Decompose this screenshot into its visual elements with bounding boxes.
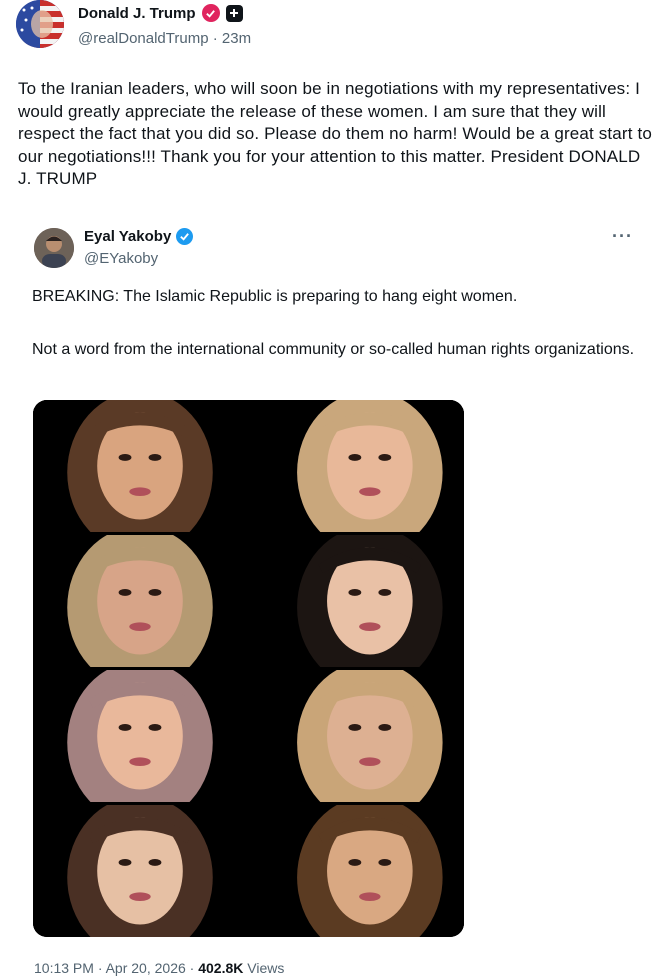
portrait-image: [250, 535, 464, 667]
portrait-image: [250, 400, 464, 532]
portrait-image: [33, 400, 247, 532]
photo-grid[interactable]: [33, 400, 464, 937]
portrait-photo[interactable]: [33, 805, 247, 937]
quoted-author-name[interactable]: Eyal Yakoby: [84, 228, 171, 245]
more-options-icon[interactable]: ···: [612, 226, 633, 247]
views-label: Views: [243, 960, 285, 976]
portrait-image: [33, 805, 247, 937]
portrait-photo[interactable]: [33, 400, 247, 532]
verified-badge-icon: [176, 228, 194, 245]
portrait-photo[interactable]: [33, 535, 247, 667]
portrait-image: [250, 670, 464, 802]
quoted-text-line-2: Not a word from the international commun…: [32, 341, 635, 358]
portrait-image: [33, 670, 247, 802]
person-icon: [34, 228, 74, 268]
post-time-date[interactable]: 10:13 PM · Apr 20, 2026 ·: [34, 960, 198, 976]
affiliate-plus-icon: [225, 4, 243, 22]
post-text: To the Iranian leaders, who will soon be…: [18, 79, 652, 189]
flag-face-icon: [16, 0, 64, 48]
quoted-author-avatar[interactable]: [34, 228, 74, 268]
portrait-photo[interactable]: [250, 535, 464, 667]
author-avatar[interactable]: [16, 0, 64, 48]
views-count: 402.8K: [198, 960, 244, 976]
verified-badge-icon: [201, 4, 220, 22]
author-handle-time[interactable]: @realDonaldTrump · 23m: [78, 30, 251, 47]
quoted-author-name-row: Eyal Yakoby: [84, 228, 194, 245]
post-container: Donald J. Trump @realDonaldTrump · 23m T…: [0, 0, 666, 980]
author-name-row: Donald J. Trump: [78, 2, 243, 24]
portrait-photo[interactable]: [250, 805, 464, 937]
portrait-image: [250, 805, 464, 937]
portrait-photo[interactable]: [250, 670, 464, 802]
portrait-photo[interactable]: [250, 400, 464, 532]
author-name[interactable]: Donald J. Trump: [78, 5, 196, 22]
quoted-text-line-1: BREAKING: The Islamic Republic is prepar…: [32, 288, 518, 305]
quoted-author-handle[interactable]: @EYakoby: [84, 250, 158, 267]
portrait-photo[interactable]: [33, 670, 247, 802]
portrait-image: [33, 535, 247, 667]
post-meta: 10:13 PM · Apr 20, 2026 · 402.8K Views: [34, 960, 284, 976]
